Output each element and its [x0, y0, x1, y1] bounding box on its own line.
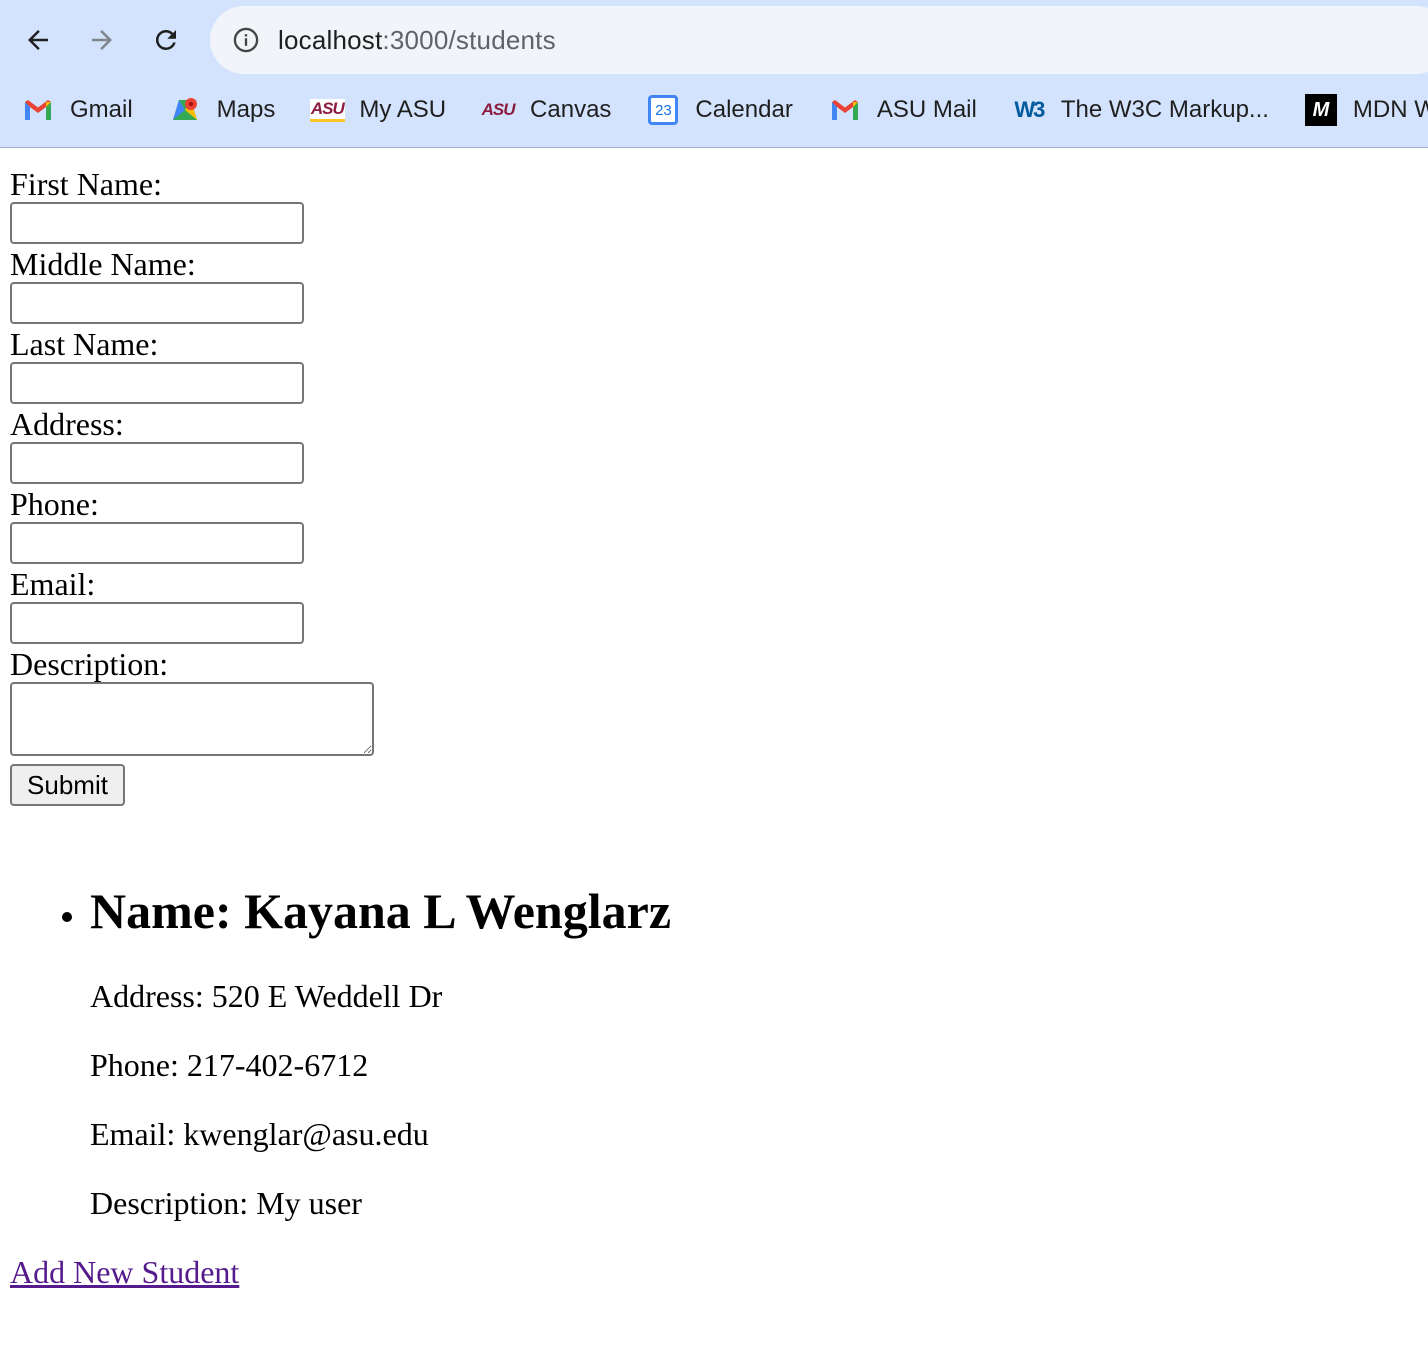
maps-icon	[169, 94, 201, 126]
reload-button[interactable]	[140, 14, 192, 66]
first-name-input[interactable]	[10, 202, 304, 244]
reload-icon	[155, 29, 176, 50]
submit-button[interactable]: Submit	[10, 764, 125, 806]
bookmark-label: ASU Mail	[876, 96, 977, 123]
w3c-icon: W3	[1014, 97, 1045, 122]
bookmark-gmail[interactable]: Gmail	[22, 86, 133, 134]
forward-button[interactable]	[76, 14, 128, 66]
address-bar[interactable]: localhost:3000/students	[210, 6, 1428, 74]
bookmark-label: My ASU	[359, 96, 447, 123]
bookmark-canvas[interactable]: ASU Canvas	[481, 86, 612, 134]
description-label: Description:	[10, 646, 169, 682]
url-path: :3000/students	[382, 24, 556, 55]
list-item: Name: Kayana L Wenglarz Address: 520 E W…	[60, 878, 960, 1228]
bookmarks-bar: Gmail Maps ASU My ASU ASU Canvas 23 Cale…	[0, 86, 1428, 134]
calendar-icon: 23	[647, 94, 679, 126]
bookmark-my-asu[interactable]: ASU My ASU	[309, 86, 447, 134]
url-text[interactable]: localhost:3000/students	[278, 25, 556, 56]
asu-canvas-icon: ASU	[481, 100, 516, 119]
description-textarea[interactable]	[10, 682, 374, 756]
bookmark-label: MDN W	[1352, 96, 1428, 123]
email-input[interactable]	[10, 602, 304, 644]
bookmark-label: Gmail	[70, 96, 133, 123]
phone-input[interactable]	[10, 522, 304, 564]
student-phone: Phone: 217-402-6712	[90, 1047, 369, 1083]
bookmark-maps[interactable]: Maps	[169, 86, 276, 134]
student-name: Name: Kayana L Wenglarz	[90, 883, 672, 939]
last-name-label: Last Name:	[10, 326, 159, 362]
bookmark-label: The W3C Markup...	[1060, 96, 1269, 123]
student-email: Email: kwenglar@asu.edu	[90, 1116, 429, 1152]
student-form: First Name: Middle Name: Last Name: Addr…	[10, 166, 510, 806]
asu-icon: ASU	[309, 94, 345, 126]
bookmark-asu-mail[interactable]: ASU Mail	[829, 86, 977, 134]
forward-arrow-icon	[92, 30, 112, 50]
last-name-input[interactable]	[10, 362, 304, 404]
middle-name-label: Middle Name:	[10, 246, 196, 282]
back-button[interactable]	[12, 14, 64, 66]
first-name-label: First Name:	[10, 166, 162, 202]
address-label: Address:	[10, 406, 124, 442]
mdn-icon: M	[1304, 94, 1337, 126]
student-address: Address: 520 E Weddell Dr	[90, 978, 443, 1014]
add-new-student-link[interactable]: Add New Student	[10, 1254, 239, 1290]
gmail-icon	[829, 94, 861, 126]
bookmark-calendar[interactable]: 23 Calendar	[647, 86, 793, 134]
browser-chrome: localhost:3000/students Gmail Maps ASU M…	[0, 0, 1428, 148]
email-label: Email:	[10, 566, 96, 602]
site-info-icon[interactable]	[232, 26, 260, 54]
gmail-icon	[22, 94, 54, 126]
bullet-icon	[62, 912, 72, 922]
student-description: Description: My user	[90, 1185, 362, 1221]
url-host: localhost	[278, 24, 383, 55]
middle-name-input[interactable]	[10, 282, 304, 324]
bookmark-label: Canvas	[530, 96, 612, 123]
bookmark-label: Maps	[216, 96, 276, 123]
address-input[interactable]	[10, 442, 304, 484]
bookmark-w3c[interactable]: W3 The W3C Markup...	[1013, 86, 1269, 134]
phone-label: Phone:	[10, 486, 99, 522]
bookmark-label: Calendar	[695, 96, 793, 123]
back-arrow-icon	[28, 30, 48, 50]
student-list: Name: Kayana L Wenglarz Address: 520 E W…	[60, 878, 960, 1228]
bookmark-mdn[interactable]: M MDN W	[1304, 86, 1428, 134]
